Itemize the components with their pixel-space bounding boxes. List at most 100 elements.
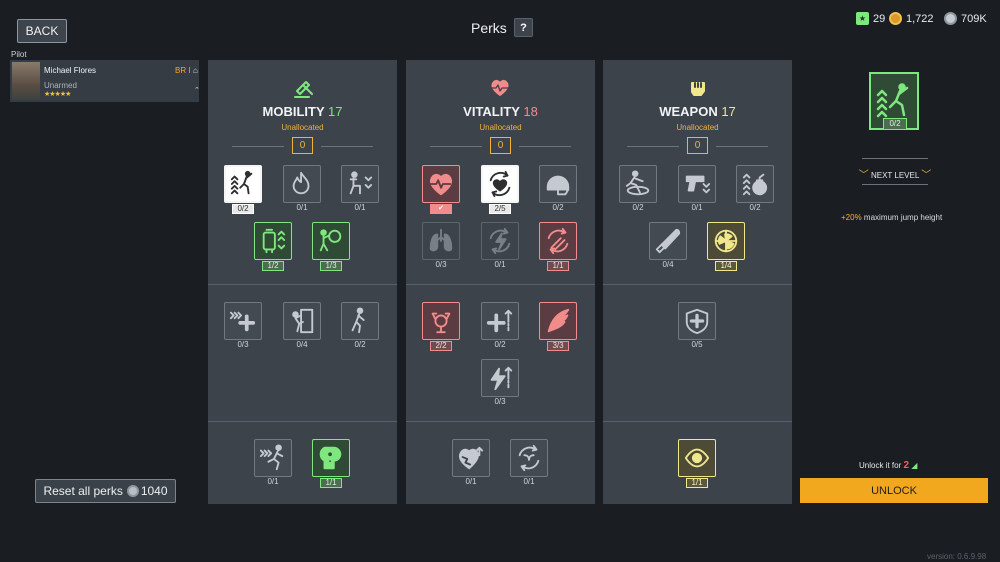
perk-lungs[interactable]: 0/3	[422, 222, 460, 270]
nuke-detection-icon	[714, 229, 738, 253]
perk-jump-boost[interactable]: 0/2	[224, 165, 262, 214]
perk-level: 0/1	[465, 477, 477, 486]
column-name: WEAPON	[659, 104, 718, 119]
radiation-resist-icon	[319, 446, 342, 470]
ticket-icon: ★	[856, 12, 869, 25]
wing-speed-icon	[547, 308, 570, 333]
perk-health-boost[interactable]: 0/2	[481, 302, 519, 350]
pilot-stars: ★★★★★	[44, 91, 71, 98]
perk-level: 0/1	[494, 260, 506, 269]
selected-perk-count: 0/2	[883, 118, 907, 130]
perk-muscle-strength[interactable]: 2/2	[422, 302, 460, 351]
reset-perks-button[interactable]: Reset all perks 1040	[35, 479, 176, 503]
perk-crouch-speed[interactable]: 0/1	[341, 165, 379, 213]
perk-frame	[481, 165, 519, 203]
unlock-button[interactable]: UNLOCK	[800, 478, 988, 503]
perk-heal-rate[interactable]: 0/1	[452, 439, 490, 487]
tier-divider	[406, 421, 595, 422]
perk-pistol-handling[interactable]: 0/1	[678, 165, 716, 213]
perk-level: 0/3	[435, 260, 447, 269]
reset-cost: 1040	[140, 484, 168, 498]
perk-radiation-resist[interactable]: 1/1	[312, 439, 350, 488]
perk-cardio-recovery[interactable]: 2/5	[481, 165, 519, 214]
perk-knife[interactable]: 0/4	[649, 222, 687, 270]
perk-nuke-detection[interactable]: 1/4	[707, 222, 745, 271]
jetpack-fuel-icon	[262, 228, 286, 254]
perk-frame	[481, 222, 519, 260]
unallocated-label: Unallocated	[479, 123, 522, 132]
perk-level: 2/5	[489, 204, 511, 214]
perk-frame	[341, 302, 379, 340]
tier-divider	[603, 421, 792, 422]
perk-frame	[539, 222, 577, 260]
regeneration-icon	[518, 444, 540, 472]
perk-fire-resist[interactable]: 0/1	[283, 165, 321, 213]
perk-bonus-text: maximum jump height	[863, 213, 943, 222]
energy-recovery-icon	[489, 227, 511, 255]
divider	[232, 146, 284, 147]
unlock-text: Unlock it for	[859, 461, 902, 470]
perk-regeneration[interactable]: 0/1	[510, 439, 548, 487]
perk-frame	[312, 222, 350, 260]
perk-level: 2/2	[430, 341, 452, 351]
perk-jetpack-fuel[interactable]: 1/2	[254, 222, 292, 271]
perk-level: 0/5	[691, 340, 703, 349]
perk-wing-speed[interactable]: 3/3	[539, 302, 577, 351]
perk-level: 0/1	[691, 203, 703, 212]
eagle-eye-icon	[684, 448, 710, 468]
tier-divider	[603, 284, 792, 285]
perk-frame	[707, 222, 745, 260]
help-button[interactable]: ?	[514, 18, 533, 37]
tier-divider	[208, 421, 397, 422]
perk-energy-recovery[interactable]: 0/1	[481, 222, 519, 270]
perk-eagle-eye[interactable]: 1/1	[678, 439, 716, 488]
perk-grenade-throw[interactable]: 1/3	[312, 222, 350, 271]
tier-divider	[208, 284, 397, 285]
perk-frame	[539, 165, 577, 203]
divider	[862, 158, 928, 159]
muscle-strength-icon	[431, 312, 451, 334]
perk-sprint-speed[interactable]: 0/1	[254, 439, 292, 487]
divider	[716, 146, 768, 147]
perk-frame	[678, 302, 716, 340]
column-title: MOBILITY 17	[208, 104, 397, 119]
gold-coin-icon	[889, 12, 902, 25]
silver-value: 709K	[961, 12, 987, 25]
gavel-icon	[291, 80, 313, 98]
grenade-capacity-icon	[742, 173, 768, 196]
perk-heart-rate[interactable]: ✔	[422, 165, 460, 214]
perk-helmet-armor[interactable]: 0/2	[539, 165, 577, 213]
perk-frame	[422, 302, 460, 340]
perk-walk-speed[interactable]: 0/2	[341, 302, 379, 350]
pilot-avatar	[12, 62, 40, 100]
perk-stamina-recovery[interactable]: 1/1	[539, 222, 577, 271]
divider	[627, 146, 679, 147]
perk-medkit-armor[interactable]: 0/5	[678, 302, 716, 350]
perk-grenade-capacity[interactable]: 0/2	[736, 165, 774, 213]
stamina-recovery-icon	[547, 227, 569, 255]
perk-sprint-heal[interactable]: 0/3	[224, 302, 262, 350]
perk-slide[interactable]: 0/2	[619, 165, 657, 213]
pilot-section-label: Pilot	[11, 50, 27, 59]
back-button[interactable]: BACK	[17, 19, 67, 43]
divider	[519, 146, 571, 147]
helmet-icon: ⌂	[193, 66, 198, 75]
jump-boost-icon	[230, 170, 253, 195]
perk-column-weapon: WEAPON 17 Unallocated 0 0/2 0/1 0/2 0/4	[603, 60, 792, 504]
perk-level: 0/2	[354, 340, 366, 349]
perk-column-mobility: MOBILITY 17 Unallocated 0 0/2 0/1 0/1 1/…	[208, 60, 397, 504]
chevron-up-icon[interactable]: ⌃	[194, 86, 200, 94]
perk-climb[interactable]: 0/4	[283, 302, 321, 350]
perk-frame	[312, 439, 350, 477]
climb-icon	[292, 308, 314, 334]
perk-frame	[254, 222, 292, 260]
perk-level: 0/2	[552, 203, 564, 212]
perk-level: 1/3	[320, 261, 342, 271]
perk-level: ✔	[430, 204, 452, 214]
perk-frame	[649, 222, 687, 260]
reset-label: Reset all perks	[43, 484, 123, 498]
page-title: Perks	[471, 20, 507, 36]
unallocated-points: 0	[687, 137, 708, 154]
pilot-card[interactable]: Michael Flores Unarmed ★★★★★ BR I ⌂ ⌃	[10, 60, 200, 102]
perk-energy-boost[interactable]: 0/3	[481, 359, 519, 407]
